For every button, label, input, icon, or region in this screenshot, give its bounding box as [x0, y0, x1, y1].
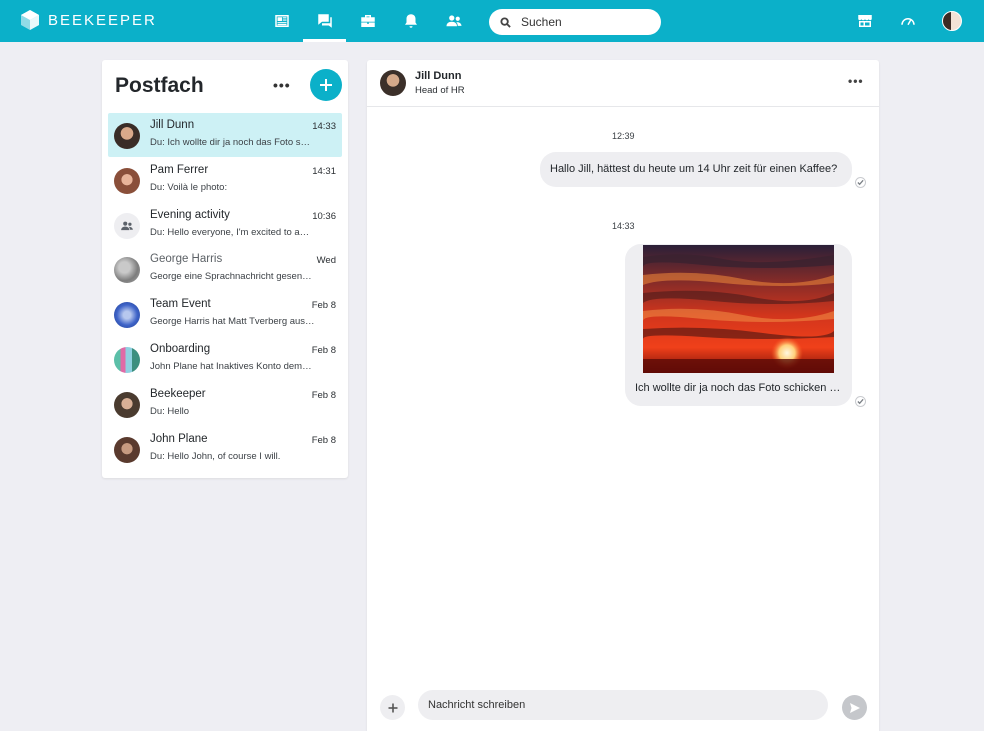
conversation-preview: Du: Voilà le photo:	[150, 182, 228, 193]
avatar	[114, 347, 140, 373]
shop-icon[interactable]	[854, 10, 876, 32]
conversation-item[interactable]: John Plane Feb 8 Du: Hello John, of cour…	[108, 427, 342, 471]
conversation-preview: Du: Hello John, of course I will.	[150, 451, 281, 462]
conversation-item[interactable]: Onboarding Feb 8 John Plane hat Inaktive…	[108, 337, 342, 381]
read-receipt-icon	[855, 177, 866, 188]
chat-header: Jill Dunn Head of HR •••	[367, 60, 879, 107]
chat-more-options-icon[interactable]: •••	[848, 74, 864, 88]
group-avatar	[114, 213, 140, 239]
conversation-preview: Du: Hello	[150, 406, 190, 417]
avatar	[114, 168, 140, 194]
dashboard-icon[interactable]	[897, 10, 919, 32]
conversation-name: John Plane	[150, 433, 208, 445]
conversation-item[interactable]: Beekeeper Feb 8 Du: Hello	[108, 382, 342, 426]
conversation-name: Jill Dunn	[150, 119, 195, 131]
conversation-time: Feb 8	[311, 300, 336, 311]
conversation-name: Pam Ferrer	[150, 164, 209, 176]
people-icon[interactable]	[443, 10, 465, 32]
inbox-more-options-icon[interactable]: •••	[273, 77, 291, 93]
conversation-time: 14:31	[312, 166, 336, 177]
conversation-time: Wed	[316, 255, 336, 266]
conversation-preview: George eine Sprachnachricht gesen…	[150, 271, 312, 282]
message-timestamp: 14:33	[612, 221, 635, 231]
plus-icon	[388, 703, 397, 712]
beekeeper-logo[interactable]: BEEKEEPER	[20, 10, 157, 30]
group-icon	[121, 221, 133, 231]
avatar	[114, 257, 140, 283]
avatar	[114, 123, 140, 149]
top-navigation-bar: BEEKEEPER	[0, 0, 984, 42]
send-icon	[849, 702, 860, 713]
conversation-name: Evening activity	[150, 209, 230, 221]
search-input[interactable]	[521, 15, 651, 29]
active-tab-indicator	[303, 39, 346, 42]
message-text: Hallo Jill, hättest du heute um 14 Uhr z…	[550, 163, 838, 175]
conversation-item[interactable]: George Harris Wed George eine Sprachnach…	[108, 247, 342, 291]
plus-icon	[320, 79, 332, 91]
new-conversation-button[interactable]	[310, 69, 342, 101]
bell-icon[interactable]	[400, 10, 422, 32]
message-timestamp: 12:39	[612, 131, 635, 141]
beekeeper-logo-icon	[21, 10, 39, 30]
conversation-item[interactable]: Team Event Feb 8 George Harris hat Matt …	[108, 292, 342, 336]
avatar	[114, 302, 140, 328]
inbox-panel: Postfach ••• Jill Dunn 14:33 Du: Ich wol…	[102, 60, 348, 478]
chats-icon[interactable]	[314, 10, 336, 32]
conversation-preview: John Plane hat Inaktives Konto dem…	[150, 361, 312, 372]
chat-partner-role: Head of HR	[415, 85, 465, 96]
chat-partner-name[interactable]: Jill Dunn	[415, 70, 461, 82]
conversation-name: Onboarding	[150, 343, 211, 355]
conversation-time: 10:36	[312, 211, 336, 222]
message-caption: Ich wollte dir ja noch das Foto schicken…	[635, 382, 841, 394]
conversation-time: 14:33	[312, 121, 336, 132]
conversation-name: Team Event	[150, 298, 211, 310]
brand-name: BEEKEEPER	[48, 11, 157, 29]
message-input[interactable]	[418, 690, 828, 720]
sunset-image	[643, 245, 834, 373]
search-icon	[500, 16, 511, 28]
search-bar[interactable]	[489, 9, 661, 35]
conversation-name: Beekeeper	[150, 388, 206, 400]
tools-icon[interactable]	[357, 10, 379, 32]
conversation-item[interactable]: Pam Ferrer 14:31 Du: Voilà le photo:	[108, 158, 342, 202]
conversation-preview: George Harris hat Matt Tverberg aus…	[150, 316, 315, 327]
conversation-preview: Du: Ich wollte dir ja noch das Foto s…	[150, 137, 310, 148]
read-receipt-icon	[855, 396, 866, 407]
send-button[interactable]	[842, 695, 867, 720]
conversation-name: George Harris	[150, 253, 223, 265]
chat-partner-avatar[interactable]	[380, 70, 406, 96]
conversation-time: Feb 8	[311, 390, 336, 401]
conversation-item[interactable]: Jill Dunn 14:33 Du: Ich wollte dir ja no…	[108, 113, 342, 157]
chat-panel: Jill Dunn Head of HR ••• 12:39 Hallo Jil…	[367, 60, 879, 731]
conversation-time: Feb 8	[311, 435, 336, 446]
photo-message-bubble[interactable]: Ich wollte dir ja noch das Foto schicken…	[625, 244, 852, 406]
message-bubble[interactable]: Hallo Jill, hättest du heute um 14 Uhr z…	[540, 152, 852, 187]
news-feed-icon[interactable]	[271, 10, 293, 32]
avatar	[114, 437, 140, 463]
inbox-title: Postfach	[115, 74, 204, 97]
avatar	[114, 392, 140, 418]
sunset-photo[interactable]	[643, 245, 834, 373]
conversation-item[interactable]: Evening activity 10:36 Du: Hello everyon…	[108, 203, 342, 247]
conversation-time: Feb 8	[311, 345, 336, 356]
conversation-preview: Du: Hello everyone, I'm excited to a…	[150, 227, 310, 238]
attach-button[interactable]	[380, 695, 405, 720]
user-avatar[interactable]	[942, 11, 962, 31]
